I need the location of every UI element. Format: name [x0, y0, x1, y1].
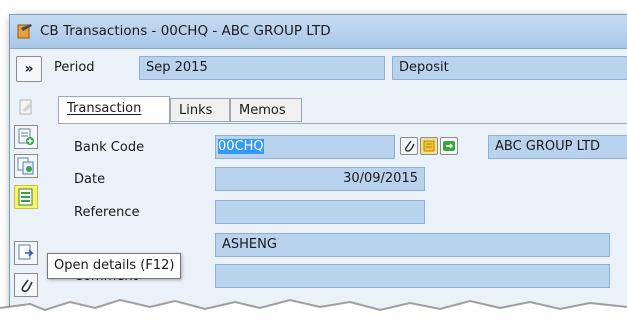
add-record-button[interactable] [14, 125, 38, 149]
open-details-button[interactable] [14, 185, 38, 209]
side-toolbar [14, 95, 40, 315]
green-arrow-icon [443, 141, 455, 151]
window-title: CB Transactions - 00CHQ - ABC GROUP LTD [40, 23, 331, 39]
open-details-icon [18, 188, 33, 206]
details-icon [18, 244, 34, 260]
period-field[interactable]: Sep 2015 [139, 56, 385, 80]
tab-memos-label: Memos [239, 103, 286, 118]
reference-label: Reference [74, 205, 140, 220]
edit-disabled-icon [19, 99, 32, 115]
app-icon [17, 24, 32, 39]
title-bar: CB Transactions - 00CHQ - ABC GROUP LTD [10, 15, 627, 49]
transaction-panel: Bank Code 00CHQ ABC GROUP LTD Date 30/09… [58, 123, 627, 315]
transaction-type-field[interactable]: Deposit [392, 56, 627, 80]
period-row: » Period Sep 2015 Deposit [10, 50, 627, 88]
reference-input[interactable] [215, 200, 425, 224]
open-details-tooltip: Open details (F12) [47, 253, 182, 279]
bank-code-value: 00CHQ [218, 139, 264, 154]
bank-code-input[interactable]: 00CHQ [215, 135, 395, 159]
bank-name-field: ABC GROUP LTD [488, 135, 627, 159]
paperclip-icon [405, 140, 415, 152]
date-input[interactable]: 30/09/2015 [215, 167, 425, 191]
note-icon [423, 140, 435, 152]
expand-button[interactable]: » [16, 56, 42, 82]
torn-edge [0, 298, 627, 330]
tab-links[interactable]: Links [170, 98, 230, 122]
period-label: Period [54, 60, 95, 75]
add-document-icon [18, 128, 34, 145]
copy-document-icon [17, 157, 34, 175]
edit-disabled-button[interactable] [14, 95, 38, 119]
cb-transactions-window: CB Transactions - 00CHQ - ABC GROUP LTD … [9, 14, 627, 316]
tab-memos[interactable]: Memos [230, 98, 302, 122]
tab-transaction-label: Transaction [67, 101, 142, 116]
payee-input[interactable]: ASHENG [215, 233, 610, 257]
bank-code-label: Bank Code [74, 140, 145, 155]
details-button[interactable] [14, 241, 38, 265]
lookup-button[interactable] [440, 137, 458, 155]
tab-transaction[interactable]: Transaction [58, 96, 170, 124]
date-label: Date [74, 172, 106, 187]
note-button[interactable] [420, 137, 438, 155]
copy-record-button[interactable] [14, 154, 38, 178]
attach-button[interactable] [400, 137, 418, 155]
comment-input[interactable] [215, 264, 610, 288]
tab-links-label: Links [179, 103, 213, 118]
